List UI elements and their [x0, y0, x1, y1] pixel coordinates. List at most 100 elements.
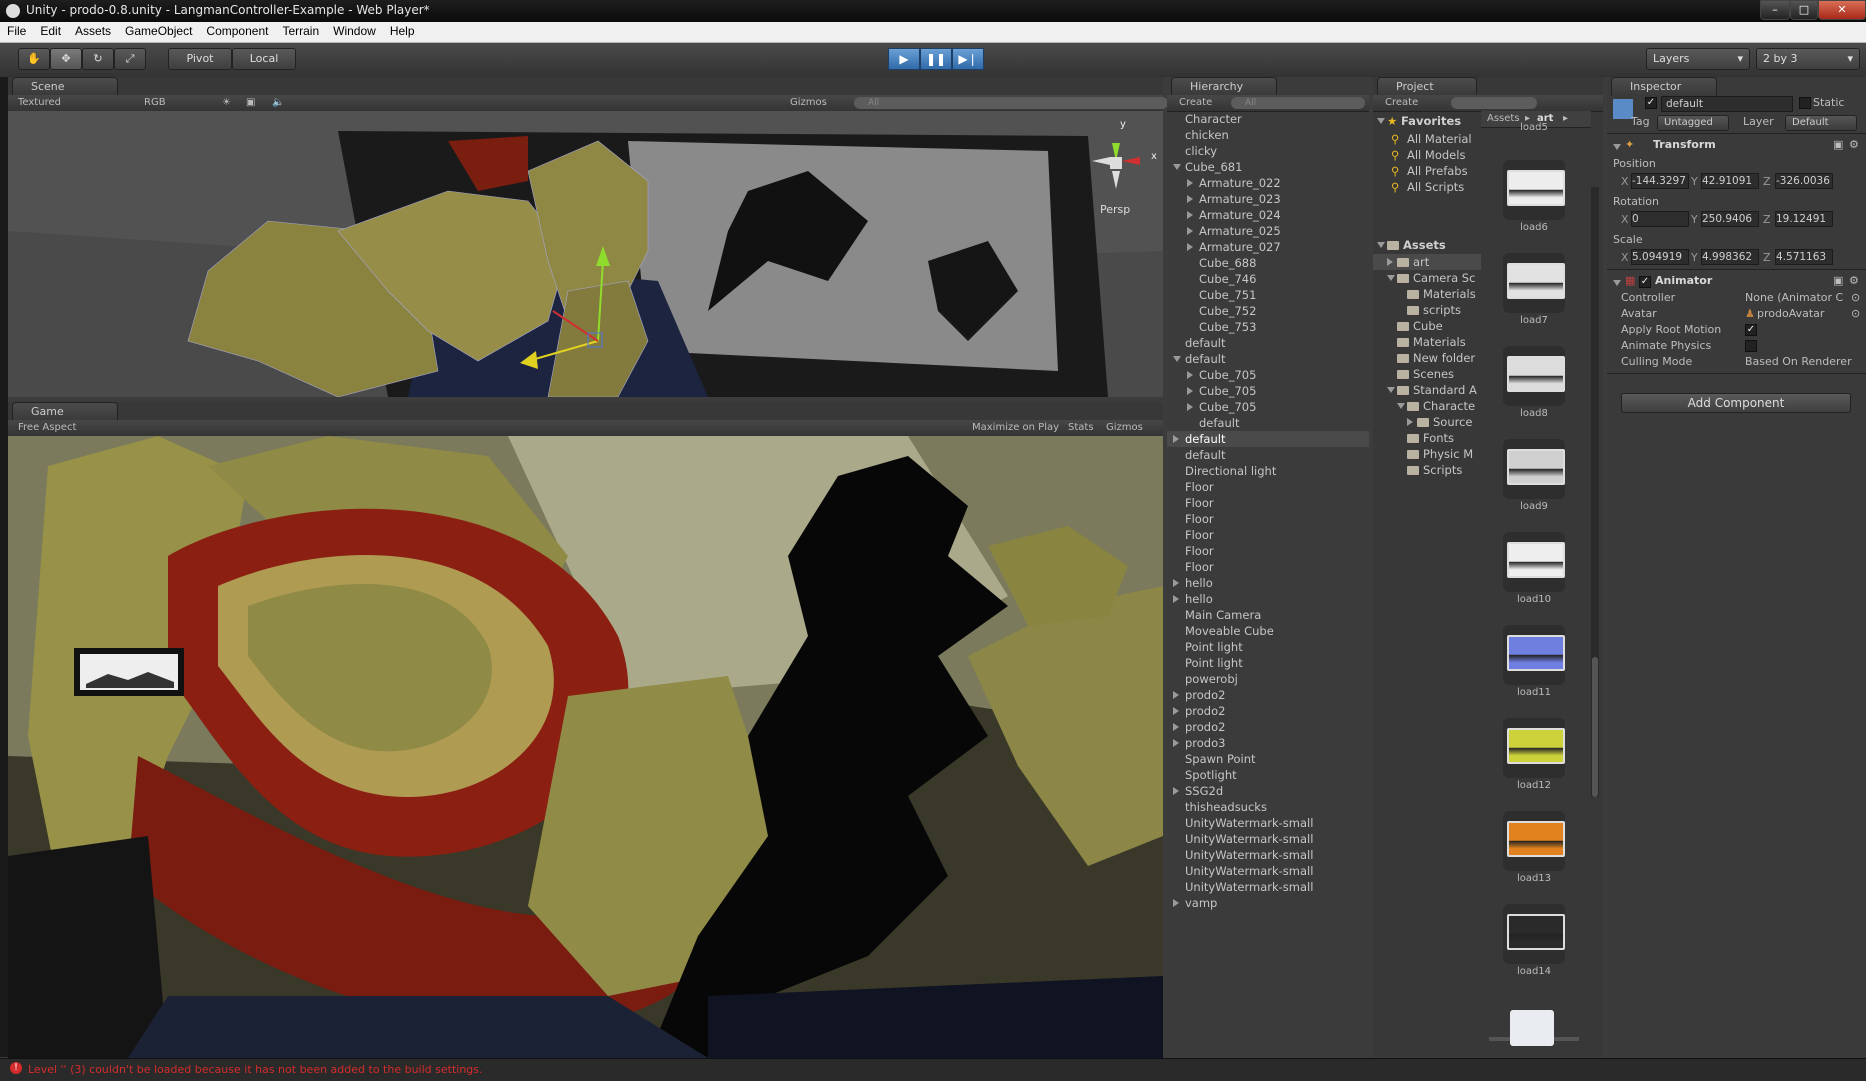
hierarchy-row[interactable]: hello — [1167, 575, 1369, 591]
hierarchy-row[interactable]: Armature_024 — [1167, 207, 1369, 223]
hierarchy-row[interactable]: Armature_027 — [1167, 239, 1369, 255]
hierarchy-row[interactable]: vamp — [1167, 895, 1369, 911]
hierarchy-row[interactable]: default — [1167, 431, 1369, 447]
menu-window[interactable]: Window — [326, 22, 383, 40]
menu-edit[interactable]: Edit — [33, 22, 68, 40]
hierarchy-row[interactable]: prodo2 — [1167, 687, 1369, 703]
hierarchy-row[interactable]: UnityWatermark-small — [1167, 863, 1369, 879]
tab-game[interactable]: Game — [12, 402, 118, 421]
layout-dropdown[interactable]: 2 by 3 ▾ — [1756, 48, 1860, 70]
asset-folder[interactable]: New folder — [1373, 350, 1481, 366]
hierarchy-row[interactable]: Cube_753 — [1167, 319, 1369, 335]
chevron-right-icon[interactable] — [1187, 211, 1193, 219]
hierarchy-row[interactable]: prodo2 — [1167, 703, 1369, 719]
asset-folder[interactable]: Physic M — [1373, 446, 1481, 462]
chevron-down-icon[interactable] — [1387, 275, 1395, 281]
rotation-x-field[interactable]: 0 — [1631, 211, 1689, 227]
hierarchy-row[interactable]: Main Camera — [1167, 607, 1369, 623]
hierarchy-row[interactable]: Moveable Cube — [1167, 623, 1369, 639]
hierarchy-row[interactable]: Cube_746 — [1167, 271, 1369, 287]
aspect-dropdown[interactable]: Free Aspect — [18, 420, 76, 436]
hierarchy-row[interactable]: Point light — [1167, 655, 1369, 671]
asset-thumbnail[interactable]: load9 — [1503, 439, 1565, 512]
chevron-right-icon[interactable] — [1173, 707, 1179, 715]
project-search-input[interactable] — [1451, 97, 1537, 109]
scale-tool-icon[interactable]: ⤢ — [114, 48, 146, 70]
hierarchy-row[interactable]: Cube_705 — [1167, 383, 1369, 399]
menu-assets[interactable]: Assets — [68, 22, 118, 40]
asset-folder[interactable]: art — [1373, 254, 1481, 270]
tag-dropdown[interactable]: Untagged — [1657, 115, 1729, 131]
game-viewport[interactable] — [8, 436, 1163, 1058]
hierarchy-row[interactable]: Armature_022 — [1167, 175, 1369, 191]
scene-gizmos-dropdown[interactable]: Gizmos — [790, 95, 827, 111]
stats-toggle[interactable]: Stats — [1068, 420, 1094, 436]
asset-folder[interactable]: Materials — [1373, 286, 1481, 302]
pause-button[interactable]: ❚❚ — [920, 48, 952, 70]
chevron-right-icon[interactable] — [1173, 723, 1179, 731]
asset-folder[interactable]: Characte — [1373, 398, 1481, 414]
chevron-right-icon[interactable] — [1173, 787, 1179, 795]
hierarchy-row[interactable]: Spotlight — [1167, 767, 1369, 783]
object-name-field[interactable]: default — [1661, 96, 1793, 112]
hierarchy-row[interactable]: Point light — [1167, 639, 1369, 655]
active-checkbox[interactable]: ✓ — [1645, 97, 1657, 109]
game-gizmos-dropdown[interactable]: Gizmos — [1106, 420, 1143, 436]
hierarchy-row[interactable]: default — [1167, 351, 1369, 367]
maximize-on-play-toggle[interactable]: Maximize on Play — [972, 420, 1059, 436]
hierarchy-row[interactable]: Floor — [1167, 495, 1369, 511]
hierarchy-row[interactable]: default — [1167, 415, 1369, 431]
hierarchy-row[interactable]: thisheadsucks — [1167, 799, 1369, 815]
chevron-right-icon[interactable] — [1173, 435, 1179, 443]
persp-label[interactable]: Persp — [1100, 203, 1130, 216]
scene-viewport[interactable] — [8, 111, 1163, 397]
project-scrollbar[interactable] — [1591, 187, 1599, 797]
hierarchy-row[interactable]: Cube_751 — [1167, 287, 1369, 303]
menu-component[interactable]: Component — [199, 22, 275, 40]
chevron-down-icon[interactable] — [1387, 387, 1395, 393]
menu-gameobject[interactable]: GameObject — [118, 22, 199, 40]
rotate-tool-icon[interactable]: ↻ — [82, 48, 114, 70]
position-z-field[interactable]: -326.0036 — [1775, 173, 1833, 189]
menu-terrain[interactable]: Terrain — [275, 22, 326, 40]
hierarchy-row[interactable]: clicky — [1167, 143, 1369, 159]
scale-z-field[interactable]: 4.571163 — [1775, 249, 1833, 265]
asset-thumbnail[interactable]: load7 — [1503, 253, 1565, 326]
scrollbar-thumb[interactable] — [1592, 657, 1598, 797]
object-picker-icon[interactable]: ⊙ — [1851, 291, 1860, 304]
asset-folder[interactable]: Cube — [1373, 318, 1481, 334]
hierarchy-row[interactable]: Floor — [1167, 543, 1369, 559]
render-mode-dropdown[interactable]: Textured — [18, 95, 61, 111]
rotation-y-field[interactable]: 250.9406 — [1701, 211, 1759, 227]
hierarchy-row[interactable]: Floor — [1167, 559, 1369, 575]
hierarchy-row[interactable]: hello — [1167, 591, 1369, 607]
hierarchy-row[interactable]: Cube_705 — [1167, 367, 1369, 383]
asset-thumbnail[interactable]: load12 — [1503, 718, 1565, 791]
layers-dropdown[interactable]: Layers ▾ — [1646, 48, 1750, 70]
asset-folder[interactable]: Camera Sc — [1373, 270, 1481, 286]
scale-y-field[interactable]: 4.998362 — [1701, 249, 1759, 265]
move-tool-icon[interactable]: ✥ — [50, 48, 82, 70]
object-picker-icon[interactable]: ⊙ — [1851, 307, 1860, 320]
hierarchy-row[interactable]: Cube_681 — [1167, 159, 1369, 175]
asset-folder[interactable]: Source — [1373, 414, 1481, 430]
help-icon[interactable]: ▣ — [1833, 274, 1843, 287]
asset-folder[interactable]: Fonts — [1373, 430, 1481, 446]
hierarchy-row[interactable]: Cube_705 — [1167, 399, 1369, 415]
asset-thumbnail[interactable]: load11 — [1503, 625, 1565, 698]
hierarchy-row[interactable]: Cube_688 — [1167, 255, 1369, 271]
local-toggle[interactable]: Local — [232, 48, 296, 70]
chevron-down-icon[interactable] — [1613, 144, 1621, 150]
help-icon[interactable]: ▣ — [1833, 138, 1843, 151]
chevron-right-icon[interactable] — [1173, 579, 1179, 587]
audio-toggle-icon[interactable]: 🔈 — [272, 95, 284, 111]
minimize-button[interactable]: – — [1760, 0, 1790, 20]
tab-scene[interactable]: Scene — [12, 77, 118, 96]
position-y-field[interactable]: 42.91091 — [1701, 173, 1759, 189]
hierarchy-row[interactable]: Spawn Point — [1167, 751, 1369, 767]
image-toggle-icon[interactable]: ▣ — [246, 95, 255, 111]
hierarchy-row[interactable]: UnityWatermark-small — [1167, 879, 1369, 895]
hierarchy-row[interactable]: Character — [1167, 111, 1369, 127]
static-checkbox[interactable] — [1799, 97, 1811, 109]
hierarchy-row[interactable]: Armature_025 — [1167, 223, 1369, 239]
